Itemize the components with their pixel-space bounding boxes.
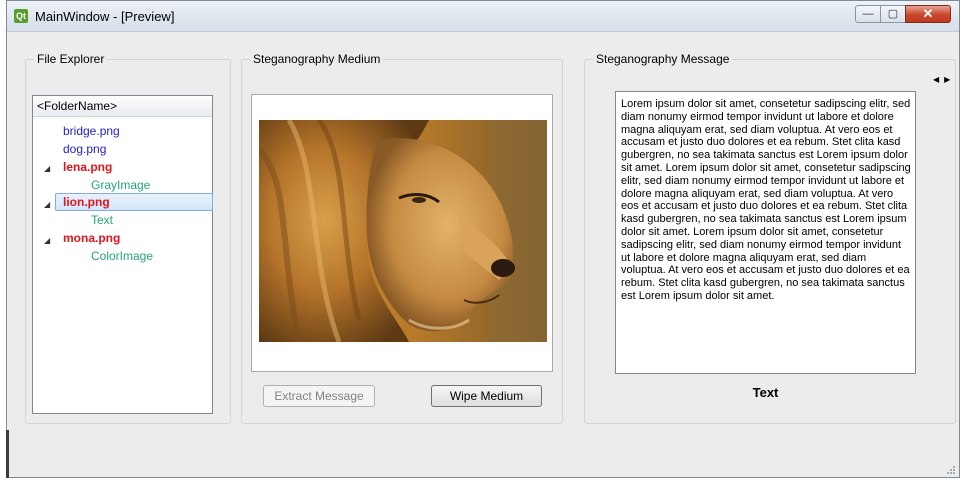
tree-item-bridge[interactable]: bridge.png xyxy=(63,122,120,140)
prev-arrow-icon[interactable]: ◀ xyxy=(933,75,944,84)
qt-icon: Qt xyxy=(14,9,28,23)
next-arrow-icon[interactable]: ▶ xyxy=(944,75,955,84)
message-type-label: Text xyxy=(752,385,779,400)
window-title: MainWindow - [Preview] xyxy=(35,9,175,24)
medium-preview xyxy=(251,94,553,372)
lion-image xyxy=(259,120,547,342)
file-tree[interactable]: <FolderName> bridge.png dog.png ◢ lena.p… xyxy=(32,95,213,414)
medium-title: Steganography Medium xyxy=(250,52,384,66)
message-nav: ◀▶ xyxy=(933,75,955,84)
message-textbox[interactable]: Lorem ipsum dolor sit amet, consetetur s… xyxy=(615,91,916,374)
extract-message-button[interactable]: Extract Message xyxy=(263,385,375,407)
tree-item-text[interactable]: Text xyxy=(91,211,113,229)
close-button[interactable]: ✕ xyxy=(905,5,951,23)
tree-item-mona[interactable]: mona.png xyxy=(63,229,120,247)
file-explorer-title: File Explorer xyxy=(34,52,108,66)
wipe-medium-button[interactable]: Wipe Medium xyxy=(431,385,542,407)
maximize-button[interactable]: ▢ xyxy=(880,5,906,23)
window-edge xyxy=(6,430,9,478)
tree-item-grayimage[interactable]: GrayImage xyxy=(91,176,150,194)
title-bar[interactable]: Qt MainWindow - [Preview] — ▢ ✕ xyxy=(7,1,959,32)
tree-item-dog[interactable]: dog.png xyxy=(63,140,106,158)
expand-arrow-icon[interactable]: ◢ xyxy=(44,236,50,245)
resize-grip-icon[interactable] xyxy=(946,465,956,475)
message-title: Steganography Message xyxy=(593,52,733,66)
expand-arrow-icon[interactable]: ◢ xyxy=(44,200,50,209)
tree-item-colorimage[interactable]: ColorImage xyxy=(91,247,153,265)
tree-header[interactable]: <FolderName> xyxy=(33,96,212,117)
minimize-button[interactable]: — xyxy=(855,5,881,23)
tree-item-lion[interactable]: lion.png xyxy=(63,193,110,211)
expand-arrow-icon[interactable]: ◢ xyxy=(44,164,50,173)
tree-item-lena[interactable]: lena.png xyxy=(63,158,112,176)
